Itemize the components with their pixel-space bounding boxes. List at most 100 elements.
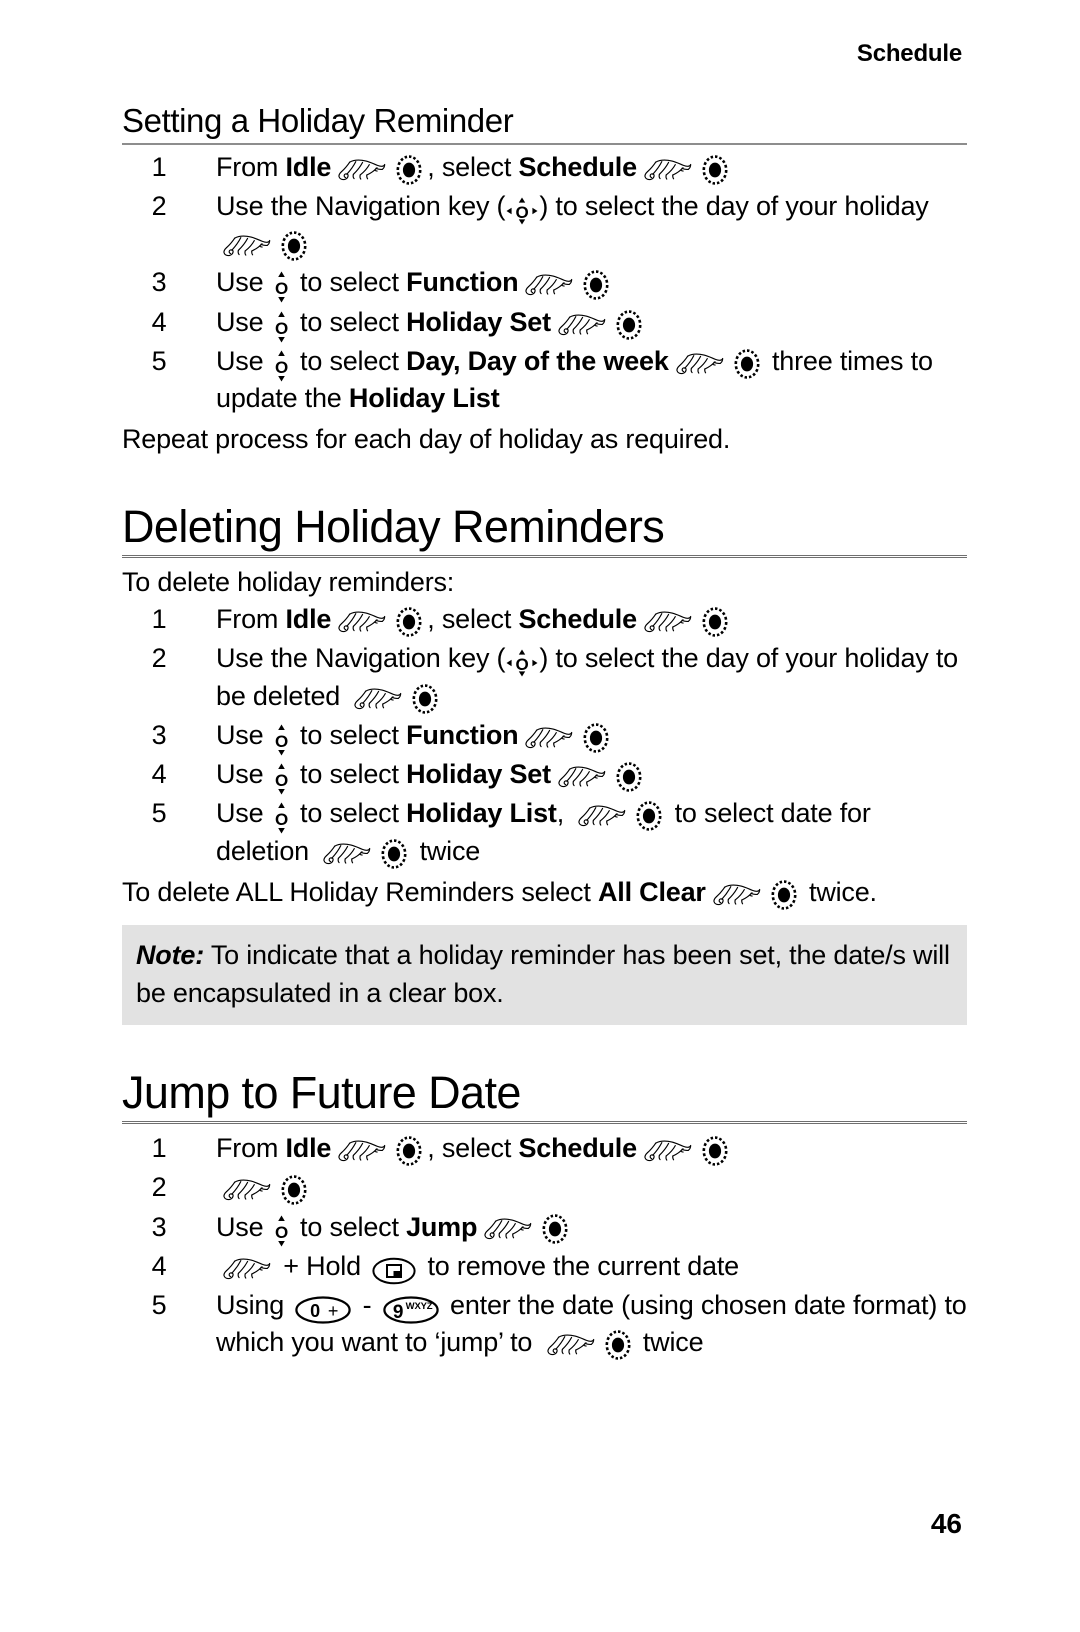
step-text bbox=[216, 1172, 312, 1205]
step-text: From Idle , select Schedule bbox=[216, 151, 733, 185]
select-key-icon bbox=[395, 606, 423, 638]
step-item: 2 Use the Navigation key (O) to select th… bbox=[122, 640, 967, 715]
svg-text:O: O bbox=[275, 358, 288, 377]
inline-text: twice. bbox=[801, 876, 877, 907]
emphasis-text: Holiday List bbox=[348, 383, 500, 414]
inline-text: to select bbox=[292, 719, 407, 750]
inline-text: Use bbox=[216, 798, 271, 829]
note-label: Note: bbox=[136, 940, 204, 971]
navigation-updown-key-icon: O bbox=[273, 271, 290, 303]
step-number: 2 bbox=[151, 190, 167, 221]
select-key-icon bbox=[615, 309, 643, 341]
step-item: 1 From Idle , select Schedule bbox=[122, 1130, 967, 1167]
emphasis-text: Holiday List bbox=[406, 798, 557, 829]
page-content: Setting a Holiday Reminder 1 From Idle , se… bbox=[122, 103, 967, 1364]
emphasis-text: Idle bbox=[285, 151, 332, 182]
navigation-updown-key-icon: O bbox=[273, 1215, 290, 1247]
svg-text:+: + bbox=[328, 1301, 338, 1321]
inline-text: From bbox=[216, 1133, 286, 1164]
step-item: 4 Use O to select Holiday Set bbox=[122, 304, 967, 343]
step-text: Use O to select Holiday Set bbox=[216, 306, 647, 343]
step-item: 1 From Idle , select Schedule bbox=[122, 601, 967, 638]
section-heading-jump-to-future-date: Jump to Future Date bbox=[122, 1069, 967, 1125]
page-number: 46 bbox=[930, 1508, 962, 1539]
step-item: 2 bbox=[122, 1169, 967, 1206]
inline-text: Use the Navigation key ( bbox=[216, 643, 506, 674]
step-text: Use O to select Function bbox=[216, 719, 614, 756]
inline-text: to select bbox=[292, 1211, 407, 1242]
inline-text: + Hold bbox=[276, 1250, 369, 1281]
step-text: Use the Navigation key (O) to select the… bbox=[216, 191, 929, 261]
navigation-4way-key-icon: O bbox=[506, 197, 538, 225]
step-item: 5 Use O to select Day, Day of the week th… bbox=[122, 343, 967, 418]
hand-pointer-icon bbox=[525, 726, 573, 752]
hand-pointer-icon bbox=[558, 313, 606, 339]
inline-text: , select bbox=[427, 151, 519, 182]
select-key-icon bbox=[701, 1135, 729, 1167]
step-number: 4 bbox=[151, 306, 167, 337]
navigation-updown-key-icon: O bbox=[273, 724, 290, 756]
emphasis-text: Holiday Set bbox=[406, 306, 551, 337]
key-0-plus-icon: 0 + bbox=[295, 1296, 352, 1324]
inline-text: Use bbox=[216, 345, 271, 376]
select-key-icon bbox=[733, 348, 761, 380]
inline-text: From bbox=[216, 151, 286, 182]
inline-text: Use bbox=[216, 306, 271, 337]
step-text: Use O to select Day, Day of the week thr… bbox=[216, 346, 933, 413]
step-number: 5 bbox=[151, 798, 167, 829]
hand-pointer-icon bbox=[323, 842, 371, 868]
step-item: 3 Use O to select Function bbox=[122, 264, 967, 303]
inline-text: Use bbox=[216, 267, 271, 298]
key-9-wxyz-icon: 9 WXYZ bbox=[383, 1296, 439, 1324]
manual-page: Schedule Setting a Holiday Reminder 1 From… bbox=[0, 0, 1080, 1632]
inline-text: From bbox=[216, 604, 286, 635]
inline-text: , select bbox=[427, 604, 519, 635]
inline-text: Using bbox=[216, 1290, 292, 1321]
running-header: Schedule bbox=[856, 40, 962, 67]
svg-text:O: O bbox=[275, 771, 288, 790]
step-item: 1 From Idle , select Schedule bbox=[122, 149, 967, 186]
inline-text: twice bbox=[635, 1327, 704, 1358]
svg-text:O: O bbox=[275, 279, 288, 298]
inline-text: Use bbox=[216, 1211, 271, 1242]
navigation-4way-key-icon: O bbox=[506, 649, 538, 677]
step-list-deleting-holiday-reminders: 1 From Idle , select Schedule 2 Use the Navi… bbox=[122, 601, 967, 870]
navigation-updown-key-icon: O bbox=[273, 802, 290, 834]
step-number: 1 bbox=[151, 1133, 167, 1164]
select-key-icon bbox=[635, 800, 663, 832]
step-number: 4 bbox=[151, 759, 167, 790]
step-list-jump-to-future-date: 1 From Idle , select Schedule 2 3 Use O to se… bbox=[122, 1130, 967, 1362]
emphasis-text: Jump bbox=[406, 1211, 478, 1242]
select-key-icon bbox=[701, 606, 729, 638]
note-text: To indicate that a holiday reminder has … bbox=[136, 940, 950, 1009]
select-key-icon bbox=[582, 269, 610, 301]
hand-pointer-icon bbox=[713, 883, 761, 909]
navigation-updown-key-icon: O bbox=[273, 311, 290, 343]
step-number: 5 bbox=[151, 1290, 167, 1321]
select-key-icon bbox=[701, 154, 729, 186]
hand-pointer-icon bbox=[484, 1217, 532, 1243]
svg-text:WXYZ: WXYZ bbox=[405, 1301, 432, 1312]
emphasis-text: Idle bbox=[285, 1133, 332, 1164]
svg-text:O: O bbox=[275, 1223, 288, 1242]
select-key-icon bbox=[541, 1213, 569, 1245]
emphasis-text: Schedule bbox=[518, 604, 637, 635]
step-number: 3 bbox=[151, 1211, 167, 1242]
step-text: + Hold to remove the current date bbox=[216, 1250, 739, 1284]
hand-pointer-icon bbox=[525, 273, 573, 299]
step-item: 4 Use O to select Holiday Set bbox=[122, 756, 967, 795]
hand-pointer-icon bbox=[354, 687, 402, 713]
emphasis-text: Holiday Set bbox=[406, 759, 551, 790]
step-number: 3 bbox=[151, 267, 167, 298]
inline-text: Use bbox=[216, 719, 271, 750]
hand-pointer-icon bbox=[338, 158, 386, 184]
step-text: From Idle , select Schedule bbox=[216, 604, 733, 637]
inline-text: - bbox=[355, 1290, 379, 1321]
step-item: 5 Using 0 + - 9 WXYZ enter the date (using … bbox=[122, 1287, 967, 1362]
hand-pointer-icon bbox=[546, 1333, 595, 1359]
closing-paragraph: To delete ALL Holiday Reminders select A… bbox=[122, 874, 967, 911]
step-text: Use the Navigation key (O) to select the… bbox=[216, 643, 958, 714]
inline-text: to select bbox=[292, 267, 407, 298]
